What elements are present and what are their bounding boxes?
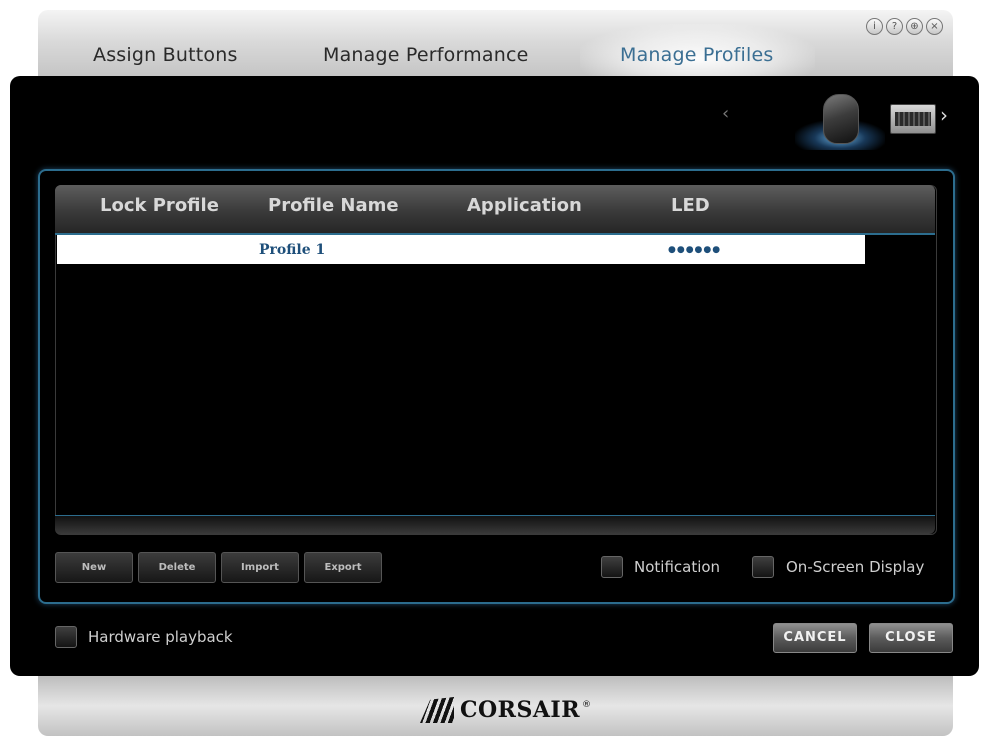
keyboard-device-icon[interactable] [890, 104, 936, 134]
close-button[interactable]: CLOSE [869, 623, 953, 653]
tab-assign-buttons[interactable]: Assign Buttons [93, 44, 238, 66]
column-header-application[interactable]: Application [467, 195, 582, 216]
registered-mark: ® [582, 700, 591, 710]
hardware-playback-checkbox[interactable] [55, 626, 77, 648]
osd-label: On-Screen Display [786, 558, 925, 576]
delete-profile-button[interactable]: Delete [138, 552, 216, 583]
globe-icon[interactable]: ⊕ [906, 18, 923, 35]
table-row[interactable] [57, 235, 865, 264]
corsair-sails-icon [420, 697, 454, 723]
notification-label: Notification [634, 558, 721, 576]
help-icon[interactable]: ? [886, 18, 903, 35]
import-profile-button[interactable]: Import [221, 552, 299, 583]
tab-manage-performance[interactable]: Manage Performance [323, 44, 529, 66]
corsair-logo: CORSAIR ® [420, 697, 591, 723]
window-controls: i ? ⊕ × [866, 18, 943, 35]
profile-name-cell[interactable]: Profile 1 [259, 242, 325, 258]
brand-name: CORSAIR [460, 697, 580, 723]
next-device-chevron-icon[interactable]: › [940, 103, 948, 127]
tab-manage-profiles[interactable]: Manage Profiles [620, 44, 774, 66]
hardware-playback-label: Hardware playback [88, 628, 233, 646]
close-icon[interactable]: × [926, 18, 943, 35]
prev-device-chevron-icon[interactable]: ‹ [722, 103, 729, 124]
column-header-lock-profile[interactable]: Lock Profile [100, 195, 219, 216]
info-icon[interactable]: i [866, 18, 883, 35]
cancel-button[interactable]: CANCEL [773, 623, 857, 653]
table-scrollbar[interactable] [55, 515, 935, 534]
column-header-led[interactable]: LED [671, 195, 710, 216]
column-header-profile-name[interactable]: Profile Name [268, 195, 399, 216]
export-profile-button[interactable]: Export [304, 552, 382, 583]
new-profile-button[interactable]: New [55, 552, 133, 583]
notification-checkbox[interactable] [601, 556, 623, 578]
osd-checkbox[interactable] [752, 556, 774, 578]
led-color-cell[interactable]: ●●●●●● [668, 245, 721, 255]
mouse-device-icon[interactable] [823, 94, 859, 144]
